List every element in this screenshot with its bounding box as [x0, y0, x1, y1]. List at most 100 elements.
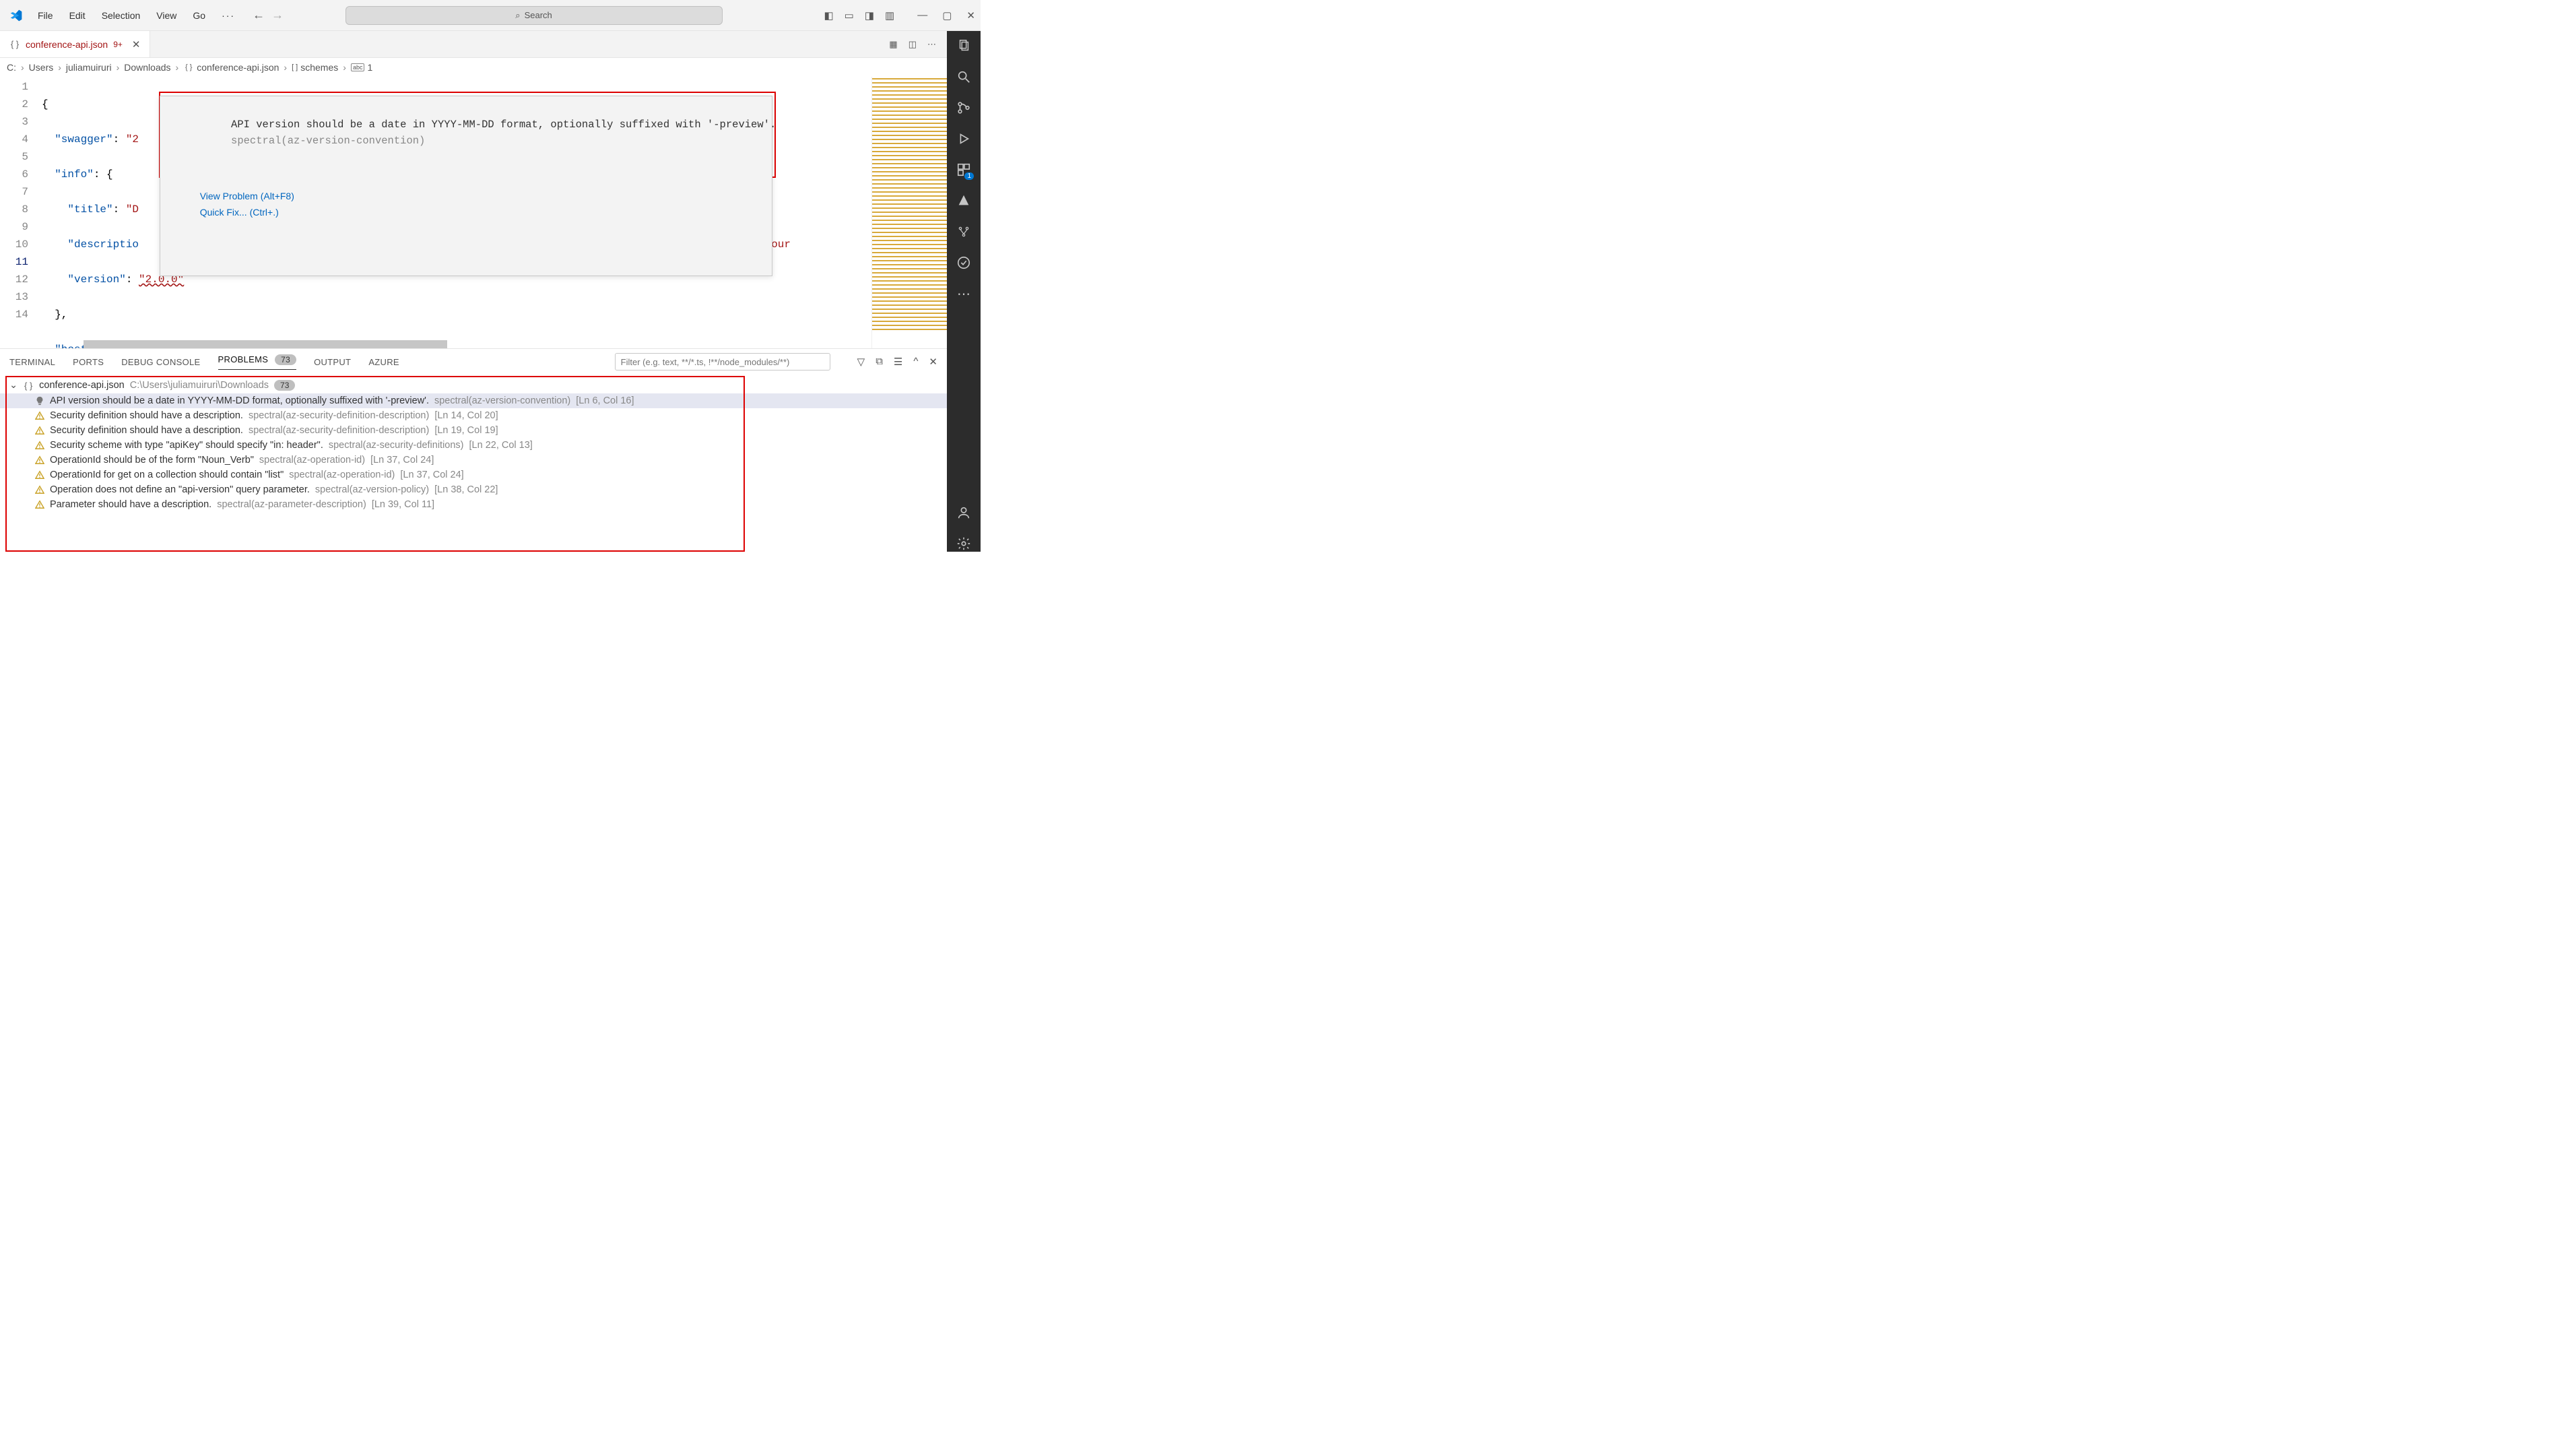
command-center-search[interactable]: ⌕ Search — [345, 6, 723, 25]
search-placeholder: Search — [525, 10, 552, 20]
panel-close-icon[interactable]: ✕ — [929, 356, 937, 368]
problem-source: spectral(az-security-definition-descript… — [249, 425, 429, 436]
problem-location: [Ln 39, Col 11] — [372, 499, 434, 510]
minimap[interactable] — [871, 77, 947, 348]
more-icon[interactable]: ⋯ — [956, 286, 972, 302]
hover-message: API version should be a date in YYYY-MM-… — [231, 119, 776, 131]
run-file-icon[interactable]: ▦ — [889, 39, 897, 50]
source-control-icon[interactable] — [956, 100, 972, 116]
breadcrumb[interactable]: C:› Users› juliamuiruri› Downloads› { } … — [0, 58, 947, 77]
menu-go[interactable]: Go — [186, 7, 212, 24]
nav-forward-icon[interactable]: → — [271, 8, 284, 22]
menu-overflow[interactable]: ··· — [215, 7, 242, 24]
string-icon: abc — [351, 63, 365, 71]
bc-seg[interactable]: C: — [7, 62, 16, 73]
remote-icon[interactable] — [956, 224, 972, 240]
problem-location: [Ln 37, Col 24] — [370, 455, 434, 465]
editor-tab-bar: { } conference-api.json 9+ ✕ ▦ ◫ ⋯ — [0, 31, 947, 58]
warning-icon — [35, 426, 44, 435]
filter-icon[interactable]: ▽ — [857, 356, 865, 368]
bc-seg[interactable]: conference-api.json — [197, 62, 279, 73]
problem-row[interactable]: OperationId for get on a collection shou… — [0, 468, 947, 482]
bc-seg[interactable]: 1 — [367, 62, 372, 73]
layout-customize-icon[interactable]: ▥ — [885, 9, 894, 22]
problem-source: spectral(az-security-definition-descript… — [249, 410, 429, 421]
layout-sidebar-left-icon[interactable]: ◧ — [824, 9, 833, 22]
problem-row[interactable]: Security definition should have a descri… — [0, 408, 947, 423]
problem-source: spectral(az-parameter-description) — [217, 499, 366, 510]
horizontal-scrollbar[interactable] — [84, 340, 447, 348]
editor-more-icon[interactable]: ⋯ — [927, 39, 936, 50]
problem-row[interactable]: Security definition should have a descri… — [0, 423, 947, 438]
search-icon[interactable] — [956, 69, 972, 85]
activity-bar: 1 ⋯ — [947, 31, 981, 552]
chevron-down-icon[interactable]: ⌄ — [9, 380, 18, 391]
code-editor[interactable]: { "swagger": "2 "info": { "title": "D "d… — [42, 77, 871, 348]
menu-bar: File Edit Selection View Go ··· — [31, 7, 242, 24]
problems-file-path: C:\Users\juliamuiruri\Downloads — [130, 380, 269, 391]
tab-close-icon[interactable]: ✕ — [132, 38, 141, 51]
problem-row[interactable]: API version should be a date in YYYY-MM-… — [0, 393, 947, 408]
nav-back-icon[interactable]: ← — [253, 8, 265, 22]
bc-seg[interactable]: juliamuiruri — [66, 62, 112, 73]
menu-file[interactable]: File — [31, 7, 60, 24]
problem-location: [Ln 38, Col 22] — [434, 484, 498, 495]
bc-seg[interactable]: Users — [29, 62, 54, 73]
layout-sidebar-right-icon[interactable]: ◨ — [865, 9, 874, 22]
window-close-icon[interactable]: ✕ — [966, 9, 975, 22]
problem-source: spectral(az-operation-id) — [259, 455, 365, 465]
problem-row[interactable]: OperationId should be of the form "Noun_… — [0, 453, 947, 468]
nav-arrows: ← → — [253, 8, 284, 22]
panel-tab-output[interactable]: OUTPUT — [314, 357, 351, 367]
view-as-tree-icon[interactable]: ☰ — [894, 356, 902, 368]
problem-row[interactable]: Operation does not define an "api-versio… — [0, 482, 947, 497]
problem-location: [Ln 6, Col 16] — [576, 395, 634, 406]
view-problem-link[interactable]: View Problem (Alt+F8) — [200, 191, 294, 201]
tab-filename: conference-api.json — [26, 39, 108, 50]
problems-file-row[interactable]: ⌄ { } conference-api.json C:\Users\julia… — [0, 377, 947, 393]
problems-count-badge: 73 — [275, 354, 296, 365]
bc-seg[interactable]: Downloads — [124, 62, 170, 73]
problem-message: API version should be a date in YYYY-MM-… — [50, 395, 429, 406]
problem-row[interactable]: Security scheme with type "apiKey" shoul… — [0, 438, 947, 453]
settings-gear-icon[interactable] — [956, 536, 972, 552]
editor-area: 1 2 3 4 5 6 7 8 9 10 11 12 13 14 { "swag… — [0, 77, 947, 348]
collapse-all-icon[interactable]: ⧉ — [876, 356, 883, 368]
panel-toolbar: ▽ ⧉ ☰ ^ ✕ — [857, 356, 937, 368]
problems-file-name: conference-api.json — [39, 380, 125, 391]
hover-tooltip: API version should be a date in YYYY-MM-… — [160, 96, 772, 276]
menu-view[interactable]: View — [150, 7, 183, 24]
warning-icon — [35, 485, 44, 494]
array-icon: [ ] — [292, 63, 298, 71]
panel-tab-azure[interactable]: AZURE — [368, 357, 399, 367]
json-file-icon: { } — [183, 63, 194, 71]
split-editor-icon[interactable]: ◫ — [909, 39, 917, 50]
run-debug-icon[interactable] — [956, 131, 972, 147]
panel-maximize-icon[interactable]: ^ — [913, 356, 918, 368]
extensions-icon[interactable]: 1 — [956, 162, 972, 178]
window-minimize-icon[interactable]: — — [917, 9, 927, 22]
files-icon[interactable] — [956, 38, 972, 54]
accounts-icon[interactable] — [956, 505, 972, 521]
problem-message: OperationId for get on a collection shou… — [50, 470, 284, 480]
problem-message: Security definition should have a descri… — [50, 425, 243, 436]
bc-seg[interactable]: schemes — [300, 62, 338, 73]
menu-selection[interactable]: Selection — [95, 7, 147, 24]
problem-row[interactable]: Parameter should have a description. spe… — [0, 497, 947, 512]
problem-source: spectral(az-security-definitions) — [329, 440, 464, 451]
menu-edit[interactable]: Edit — [63, 7, 92, 24]
editor-tab-conference-api[interactable]: { } conference-api.json 9+ ✕ — [0, 31, 150, 57]
problem-location: [Ln 14, Col 20] — [434, 410, 498, 421]
panel-tab-debug[interactable]: DEBUG CONSOLE — [121, 357, 200, 367]
hover-source: spectral(az-version-convention) — [231, 135, 425, 147]
testing-icon[interactable] — [956, 255, 972, 271]
search-icon: ⌕ — [515, 10, 520, 21]
layout-panel-icon[interactable]: ▭ — [845, 9, 854, 22]
panel-tab-ports[interactable]: PORTS — [73, 357, 104, 367]
problems-filter-input[interactable] — [615, 353, 830, 371]
panel-tab-problems[interactable]: PROBLEMS 73 — [218, 354, 297, 370]
window-maximize-icon[interactable]: ▢ — [942, 9, 952, 22]
quick-fix-link[interactable]: Quick Fix... (Ctrl+.) — [200, 207, 279, 218]
panel-tab-terminal[interactable]: TERMINAL — [9, 357, 55, 367]
azure-icon[interactable] — [956, 193, 972, 209]
